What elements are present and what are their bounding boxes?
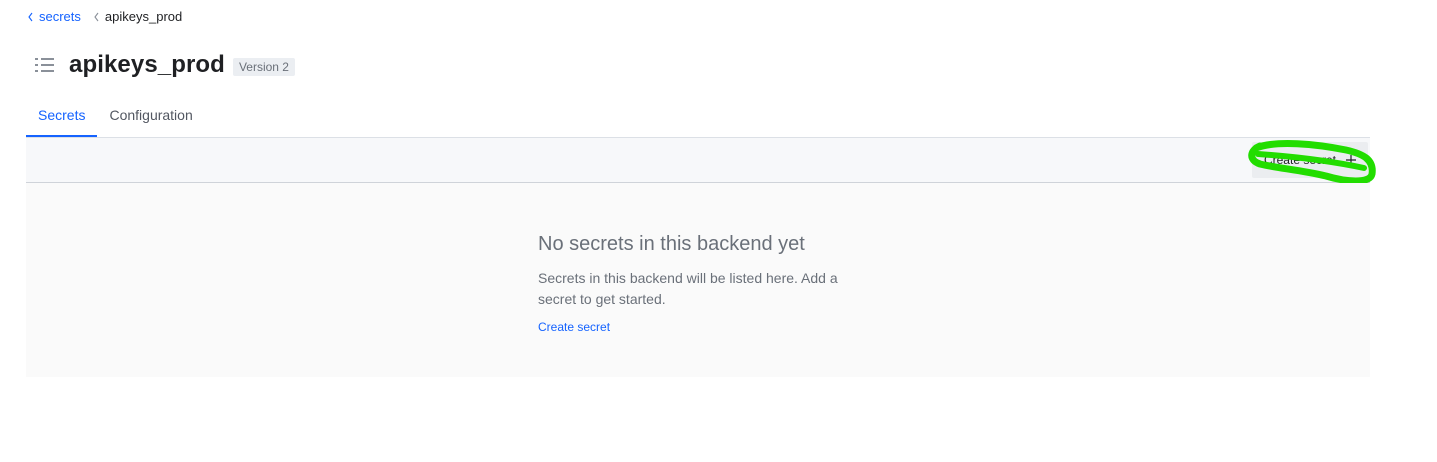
chevron-left-icon (94, 12, 99, 22)
version-badge: Version 2 (232, 58, 295, 76)
plus-icon (1346, 155, 1356, 165)
empty-state-title: No secrets in this backend yet (538, 233, 805, 255)
breadcrumb-item-current: apikeys_prod (92, 9, 182, 25)
toolbar: Create secret (26, 138, 1370, 183)
empty-state: No secrets in this backend yet Secrets i… (538, 230, 858, 336)
tab-secrets[interactable]: Secrets (26, 95, 98, 137)
list-icon (35, 58, 54, 72)
page-title: apikeys_prod (69, 51, 225, 78)
tab-bar: Secrets Configuration (26, 95, 1370, 138)
empty-state-panel: No secrets in this backend yet Secrets i… (26, 183, 1370, 377)
chevron-left-icon (28, 12, 33, 22)
empty-state-message: Secrets in this backend will be listed h… (538, 270, 838, 307)
breadcrumb-current: apikeys_prod (104, 9, 183, 24)
create-secret-button-label: Create secret (1263, 153, 1336, 167)
breadcrumb-link-secrets[interactable]: secrets (39, 9, 81, 25)
breadcrumb-item-secrets[interactable]: secrets (26, 9, 81, 25)
tab-configuration[interactable]: Configuration (97, 95, 204, 135)
empty-state-create-secret-link[interactable]: Create secret (538, 320, 610, 334)
create-secret-button[interactable]: Create secret (1251, 142, 1368, 178)
page-header: apikeys_prod Version 2 (34, 48, 295, 82)
breadcrumb: secrets apikeys_prod (26, 9, 182, 25)
